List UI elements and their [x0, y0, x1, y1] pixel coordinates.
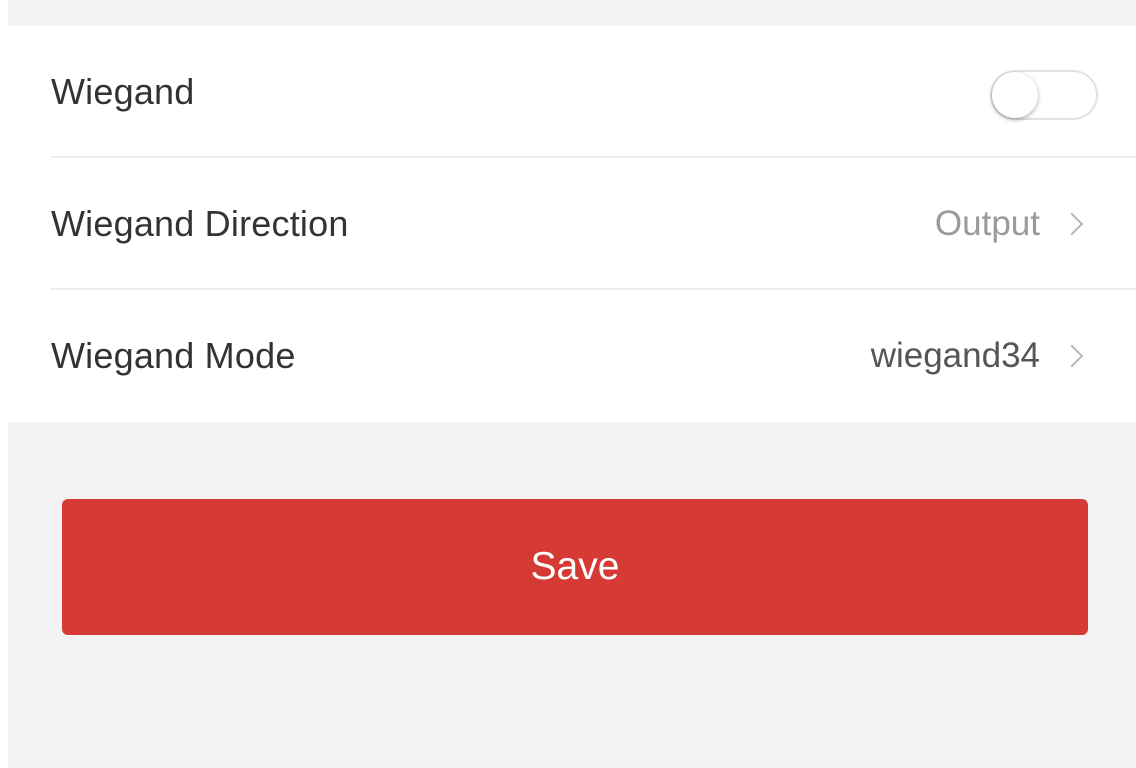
wiegand-direction-label: Wiegand Direction — [51, 203, 349, 244]
save-button[interactable]: Save — [62, 499, 1088, 635]
wiegand-mode-row[interactable]: Wiegand Mode wiegand34 — [8, 290, 1136, 422]
wiegand-label: Wiegand — [51, 71, 195, 112]
wiegand-row: Wiegand — [8, 26, 1136, 158]
wiegand-settings-page: Wiegand Wiegand Direction Output Wiegand… — [0, 0, 1136, 768]
chevron-right-icon — [1064, 345, 1086, 367]
chevron-right-icon — [1064, 213, 1086, 235]
left-edge — [0, 0, 8, 768]
settings-group: Wiegand Wiegand Direction Output Wiegand… — [8, 26, 1136, 422]
toggle-knob — [992, 72, 1038, 118]
wiegand-direction-row[interactable]: Wiegand Direction Output — [8, 158, 1136, 290]
wiegand-mode-value: wiegand34 — [870, 336, 1040, 375]
wiegand-direction-value: Output — [934, 204, 1040, 243]
wiegand-toggle[interactable] — [990, 70, 1098, 120]
top-gap — [8, 0, 1136, 26]
wiegand-mode-label: Wiegand Mode — [51, 335, 296, 376]
